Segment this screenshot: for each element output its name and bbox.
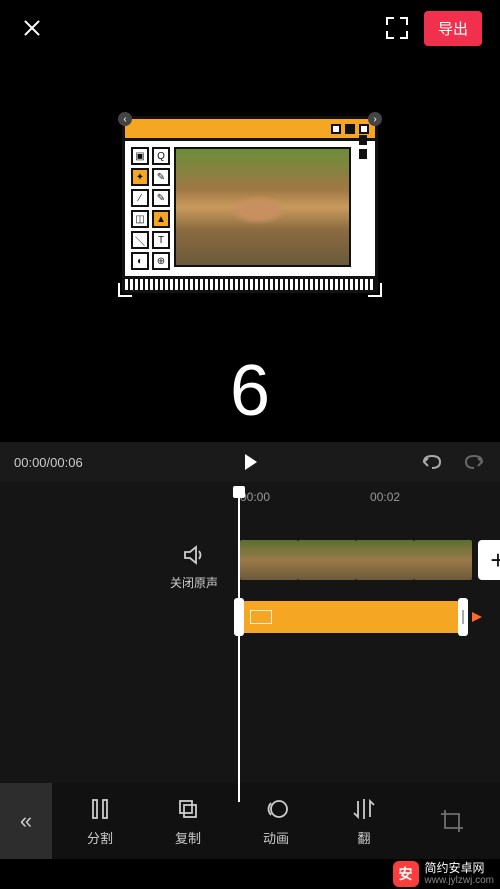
retro-window-sticker: ▣Q ✦✎ ⁄✎ ◫▲ ＼T ◐⊕ [122, 116, 378, 293]
export-button[interactable]: 导出 [424, 11, 482, 46]
mute-label: 关闭原声 [170, 574, 218, 591]
time-display: 00:00/00:06 [14, 455, 83, 470]
sticker-track[interactable] [234, 598, 482, 636]
redo-button[interactable] [462, 453, 486, 471]
tool-label: 动画 [263, 828, 289, 847]
watermark-name: 简约安卓网 [425, 862, 494, 875]
mute-original-button[interactable]: 关闭原声 [170, 542, 218, 591]
animation-icon [263, 796, 289, 822]
split-icon [87, 796, 113, 822]
clip-right-handle[interactable] [458, 598, 468, 636]
more-tool-button[interactable] [439, 808, 465, 834]
tool-label: 分割 [87, 828, 113, 847]
tool-label: 翻 [357, 828, 370, 847]
timeline[interactable]: 00:00 00:02 关闭原声 + [0, 482, 500, 802]
video-clip-thumb[interactable] [414, 540, 472, 580]
close-button[interactable] [18, 14, 46, 42]
speaker-icon [181, 542, 207, 568]
flip-icon [351, 796, 377, 822]
sticker-selection-frame[interactable]: ‹ › ▣Q ✦✎ ⁄✎ ◫▲ ＼T ◐⊕ [122, 116, 378, 293]
sticker-thumb-icon [250, 610, 272, 624]
copy-icon [175, 796, 201, 822]
add-clip-button[interactable]: + [478, 540, 500, 580]
play-button[interactable] [245, 454, 257, 470]
video-preview[interactable]: ‹ › ▣Q ✦✎ ⁄✎ ◫▲ ＼T ◐⊕ 6 [120, 56, 380, 442]
corner-handle-bl[interactable] [118, 283, 132, 297]
rotate-handle-icon[interactable]: ‹ [118, 112, 132, 126]
tool-label: 复制 [175, 828, 201, 847]
scale-handle-icon[interactable] [368, 283, 382, 297]
crop-icon [439, 808, 465, 834]
collapse-toolbar-button[interactable]: « [0, 783, 52, 859]
fullscreen-icon[interactable] [386, 17, 408, 39]
animation-button[interactable]: 动画 [263, 796, 289, 847]
copy-button[interactable]: 复制 [175, 796, 201, 847]
watermark: 安 简约安卓网 www.jylzwj.com [393, 861, 494, 887]
video-clip-thumb[interactable] [356, 540, 414, 580]
countdown-number: 6 [230, 350, 270, 432]
time-ruler: 00:00 00:02 [0, 490, 500, 512]
playhead[interactable] [238, 488, 240, 802]
undo-button[interactable] [420, 453, 444, 471]
arrow-right-icon [472, 612, 482, 622]
video-clip-thumb[interactable] [240, 540, 298, 580]
watermark-badge: 安 [393, 861, 419, 887]
sticker-clip[interactable] [244, 601, 458, 633]
video-clip-thumb[interactable] [298, 540, 356, 580]
sticker-photo [174, 147, 351, 267]
delete-handle-icon[interactable]: › [368, 112, 382, 126]
split-button[interactable]: 分割 [87, 796, 113, 847]
video-track[interactable]: + [240, 540, 500, 580]
flip-button[interactable]: 翻 [351, 796, 377, 847]
bottom-toolbar: « 分割 复制 动画 翻 [0, 783, 500, 859]
watermark-url: www.jylzwj.com [425, 875, 494, 886]
